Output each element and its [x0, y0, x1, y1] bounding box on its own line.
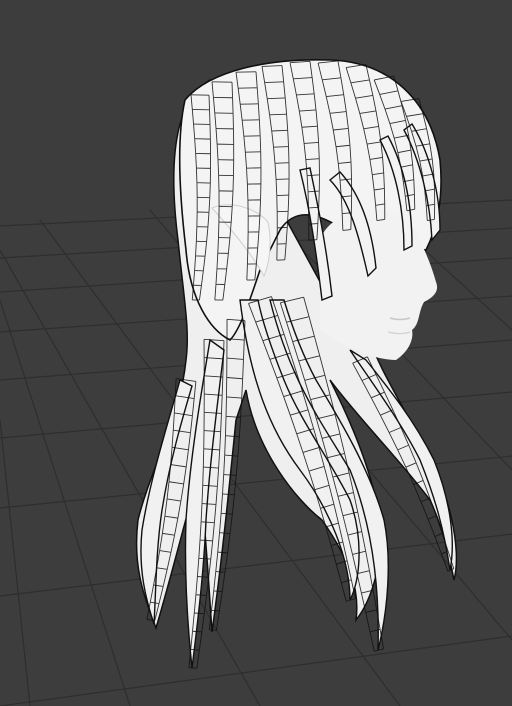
- 3d-viewport[interactable]: [0, 0, 512, 706]
- viewport-scene[interactable]: [0, 0, 512, 706]
